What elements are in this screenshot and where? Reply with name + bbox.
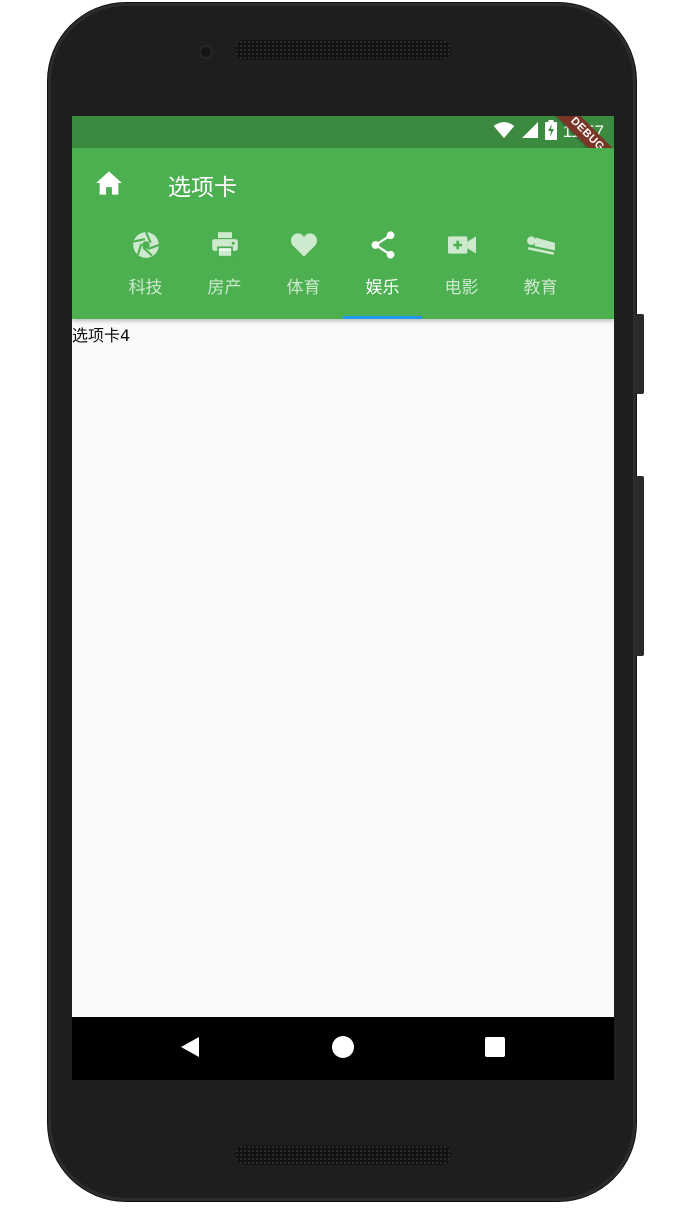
- airline-seat-icon: [526, 230, 556, 260]
- top-speaker: [235, 40, 451, 60]
- cell-signal-icon: [521, 121, 539, 143]
- video-call-icon: [447, 230, 477, 260]
- back-button[interactable]: [177, 1036, 203, 1062]
- home-button[interactable]: [94, 170, 124, 200]
- tab-indicator: [343, 316, 422, 319]
- tab-label: 娱乐: [365, 278, 400, 298]
- tab-real-estate[interactable]: 房产: [185, 230, 264, 319]
- svg-text:x: x: [507, 130, 512, 139]
- wifi-icon: x: [493, 121, 515, 143]
- home-circle-icon: [331, 1035, 355, 1063]
- power-button: [636, 314, 644, 394]
- camera-aperture-icon: [131, 230, 161, 260]
- tab-bar: 科技 房产 体育 娱乐 电影 教育: [106, 230, 580, 319]
- tab-sports[interactable]: 体育: [264, 230, 343, 319]
- volume-button: [636, 476, 644, 656]
- recents-square-icon: [485, 1037, 505, 1061]
- tab-education[interactable]: 教育: [501, 230, 580, 319]
- tab-label: 电影: [444, 278, 479, 298]
- back-triangle-icon: [180, 1036, 200, 1062]
- tab-entertainment[interactable]: 娱乐: [343, 230, 422, 319]
- tab-tech[interactable]: 科技: [106, 230, 185, 319]
- status-bar: x 11:57 DEBUG: [72, 116, 614, 180]
- navigation-bar: [72, 1017, 614, 1080]
- tab-movies[interactable]: 电影: [422, 230, 501, 319]
- app-bar: 选项卡 科技 房产 体育 娱乐 电影 教育: [72, 148, 614, 319]
- battery-charging-icon: [544, 120, 557, 144]
- tab-label: 体育: [286, 278, 321, 298]
- app-title: 选项卡: [168, 175, 237, 201]
- share-icon: [368, 230, 398, 260]
- screen: x 11:57 DEBUG 选项卡: [72, 116, 614, 1080]
- tab-label: 科技: [128, 278, 163, 298]
- tab-label: 房产: [207, 278, 242, 298]
- recents-button[interactable]: [482, 1036, 508, 1062]
- bottom-speaker: [235, 1145, 451, 1165]
- home-nav-button[interactable]: [330, 1036, 356, 1062]
- tab-content-text: 选项卡4: [72, 326, 131, 345]
- tab-label: 教育: [523, 278, 558, 298]
- printer-icon: [210, 230, 240, 260]
- heart-icon: [289, 230, 319, 260]
- front-camera: [199, 45, 213, 59]
- home-icon: [95, 170, 123, 200]
